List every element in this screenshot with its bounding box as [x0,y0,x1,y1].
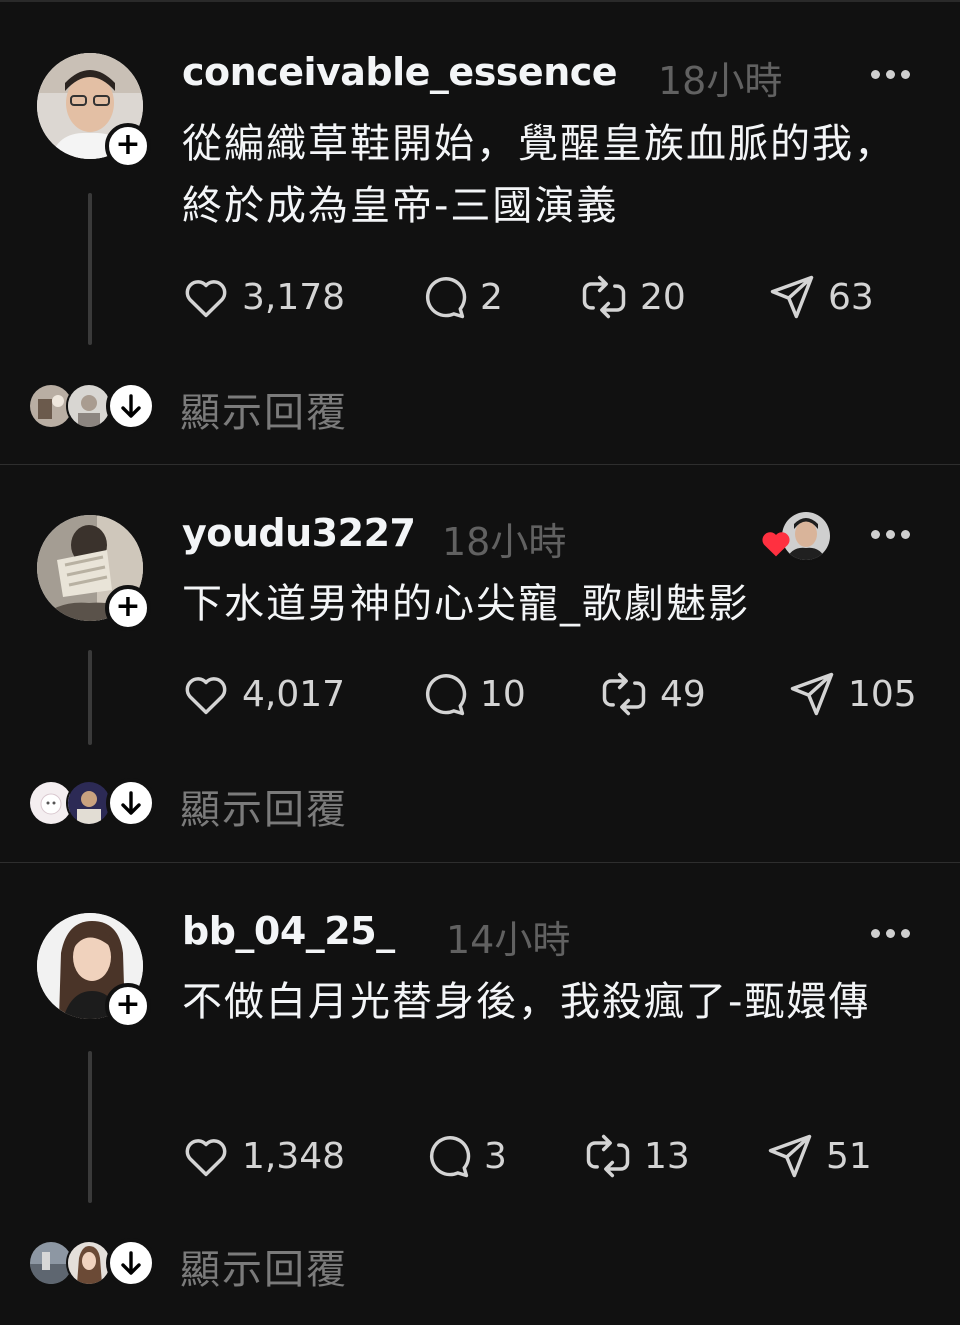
send-icon [790,672,834,716]
repost-icon [586,1134,630,1178]
repost-icon [582,275,626,319]
share-count: 63 [828,276,874,318]
follow-plus-icon[interactable]: + [105,983,151,1029]
liked-by-indicator[interactable] [760,510,832,562]
share-button[interactable]: 51 [764,1131,872,1181]
send-icon [768,1134,812,1178]
expand-replies-button[interactable] [106,1238,156,1288]
timestamp: 14小時 [446,918,571,962]
red-heart-icon [762,532,790,557]
repost-button[interactable]: 20 [578,272,686,322]
repost-button[interactable]: 49 [598,669,706,719]
arrow-down-icon [121,394,141,418]
comment-count: 3 [484,1135,507,1177]
comment-bubble-icon [429,1136,471,1178]
arrow-down-icon [121,1251,141,1275]
timestamp: 18小時 [442,520,567,564]
repost-count: 20 [640,276,686,318]
reply-avatars[interactable] [28,778,156,828]
comment-bubble-icon [425,674,467,716]
send-icon [770,275,814,319]
arrow-down-icon [121,791,141,815]
share-button[interactable]: 63 [766,272,874,322]
follow-plus-icon[interactable]: + [105,123,151,169]
heart-icon [185,280,227,318]
like-button[interactable]: 1,348 [180,1131,345,1181]
heart-icon [185,677,227,715]
comment-button[interactable]: 2 [418,272,503,322]
like-button[interactable]: 3,178 [180,272,345,322]
like-button[interactable]: 4,017 [180,669,345,719]
more-dots-icon[interactable] [866,527,916,541]
share-button[interactable]: 105 [786,669,917,719]
share-count: 51 [826,1135,872,1177]
post-3: + bb_04_25_ 14小時 不做白月光替身後，我殺瘋了-甄嬛傳 1,348… [0,863,960,1325]
thread-line [88,193,92,345]
post-text: 從編織草鞋開始，覺醒皇族血脈的我，終於成為皇帝-三國演義 [182,121,896,229]
heart-icon [185,1139,227,1177]
like-count: 3,178 [242,276,346,318]
comment-bubble-icon [425,277,467,319]
more-dots-icon[interactable] [866,67,916,81]
repost-count: 49 [660,673,706,715]
post-2: + youdu3227 18小時 下水道男神的心尖寵_歌劇魅影 4,017 10… [0,465,960,862]
comment-button[interactable]: 10 [418,669,526,719]
repost-icon [602,672,646,716]
comment-count: 10 [480,673,526,715]
like-count: 1,348 [242,1135,346,1177]
like-count: 4,017 [242,673,346,715]
comment-count: 2 [480,276,503,318]
more-dots-icon[interactable] [866,926,916,940]
timestamp: 18小時 [658,59,783,103]
thread-line [88,1051,92,1203]
reply-avatars[interactable] [28,381,156,431]
username[interactable]: bb_04_25_ [182,909,395,953]
show-replies-link[interactable]: 顯示回覆 [180,380,348,438]
show-replies-link[interactable]: 顯示回覆 [180,1237,348,1295]
thread-line [88,650,92,745]
show-replies-link[interactable]: 顯示回覆 [180,777,348,835]
share-count: 105 [848,673,917,715]
username[interactable]: youdu3227 [182,511,416,555]
repost-count: 13 [644,1135,690,1177]
comment-button[interactable]: 3 [422,1131,507,1181]
post-text: 不做白月光替身後，我殺瘋了-甄嬛傳 [182,979,871,1025]
username[interactable]: conceivable_essence [182,50,618,94]
expand-replies-button[interactable] [106,778,156,828]
follow-plus-icon[interactable]: + [105,585,151,631]
post-text: 下水道男神的心尖寵_歌劇魅影 [182,581,750,627]
repost-button[interactable]: 13 [582,1131,690,1181]
post-1: + conceivable_essence 18小時 從編織草鞋開始，覺醒皇族血… [0,0,960,465]
reply-avatars[interactable] [28,1238,156,1288]
expand-replies-button[interactable] [106,381,156,431]
